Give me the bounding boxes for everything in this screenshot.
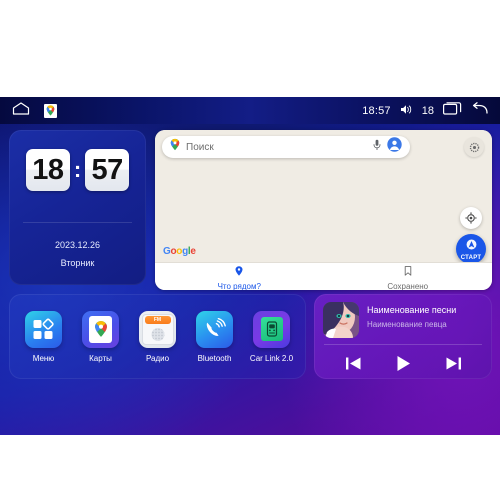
music-controls (314, 352, 492, 374)
maps-icon[interactable] (82, 310, 119, 348)
app-dock: Меню Карты FM Радио Bluetooth Car Link 2… (9, 294, 306, 379)
radio-icon[interactable]: FM (139, 310, 176, 348)
app-label-radio: Радио (145, 353, 170, 363)
back-icon[interactable] (471, 101, 488, 120)
app-label-carlink: Car Link 2.0 (249, 353, 294, 363)
play-button[interactable] (390, 352, 416, 374)
microphone-icon[interactable] (373, 138, 381, 156)
clock-minutes: 57 (85, 149, 130, 191)
map-widget[interactable]: Поиск СТАРТ Google Что рядом? Сохранено (155, 130, 492, 290)
car-link-icon[interactable] (253, 310, 290, 348)
start-button-label: СТАРТ (460, 255, 482, 261)
clock-colon: : (73, 157, 82, 182)
flip-clock: 18 : 57 (9, 149, 146, 191)
app-item-bluetooth[interactable]: Bluetooth (188, 310, 242, 363)
bluetooth-phone-icon[interactable] (196, 310, 233, 348)
navigation-arrow-icon (466, 237, 477, 255)
volume-level: 18 (421, 104, 434, 117)
location-pin-icon (235, 263, 243, 281)
clock-widget[interactable]: 18 : 57 2023.12.26 Вторник (9, 130, 146, 285)
next-track-button[interactable] (440, 352, 466, 374)
search-input[interactable]: Поиск (162, 136, 410, 158)
grid-menu-icon[interactable] (25, 310, 62, 348)
home-icon[interactable] (12, 101, 30, 120)
map-canvas[interactable]: Поиск СТАРТ Google (155, 130, 492, 264)
volume-icon[interactable] (400, 102, 413, 120)
start-navigation-button[interactable]: СТАРТ (456, 234, 486, 264)
status-bar: 18:57 18 (0, 97, 500, 124)
map-tab-saved-label: Сохранено (387, 281, 429, 291)
track-title: Наименование песни (367, 305, 457, 315)
app-item-maps[interactable]: Карты (74, 310, 128, 363)
google-attribution: Google (163, 246, 196, 257)
recents-icon[interactable] (443, 101, 462, 120)
music-player-widget[interactable]: Наименование песни Наименование певца (314, 294, 492, 379)
app-label-maps: Карты (89, 353, 112, 363)
music-divider (324, 344, 482, 345)
car-head-unit-screen: 18:57 18 18: 57 2023.12.26 Вторник Поис… (0, 97, 500, 435)
map-tab-nearby[interactable]: Что рядом? (155, 263, 324, 290)
app-label-menu: Меню (32, 353, 55, 363)
gear-icon[interactable] (464, 137, 484, 157)
previous-track-button[interactable] (340, 352, 366, 374)
bookmark-icon (404, 263, 412, 281)
google-maps-pin-icon (170, 138, 180, 156)
track-artist: Наименование певца (367, 320, 447, 329)
app-label-bluetooth: Bluetooth (197, 353, 232, 363)
clock-date: 2023.12.26 (54, 240, 101, 250)
google-maps-notification-icon[interactable] (44, 103, 57, 118)
clock-divider (23, 222, 132, 223)
map-tabs: Что рядом? Сохранено (155, 262, 492, 290)
map-tab-saved[interactable]: Сохранено (324, 263, 493, 290)
search-placeholder: Поиск (186, 141, 214, 153)
app-item-radio[interactable]: FM Радио (131, 310, 185, 363)
map-tab-nearby-label: Что рядом? (217, 281, 261, 291)
radio-speaker-grille (151, 327, 164, 341)
status-time: 18:57 (362, 104, 391, 117)
album-art-portrait (323, 302, 359, 338)
app-item-carlink[interactable]: Car Link 2.0 (245, 310, 299, 363)
clock-hours: 18 (25, 149, 70, 191)
app-item-menu[interactable]: Меню (17, 310, 71, 363)
account-avatar-icon[interactable] (387, 137, 402, 157)
clock-weekday: Вторник (60, 258, 95, 268)
compass-locate-icon[interactable] (460, 207, 482, 229)
radio-band-label: FM (144, 315, 171, 324)
